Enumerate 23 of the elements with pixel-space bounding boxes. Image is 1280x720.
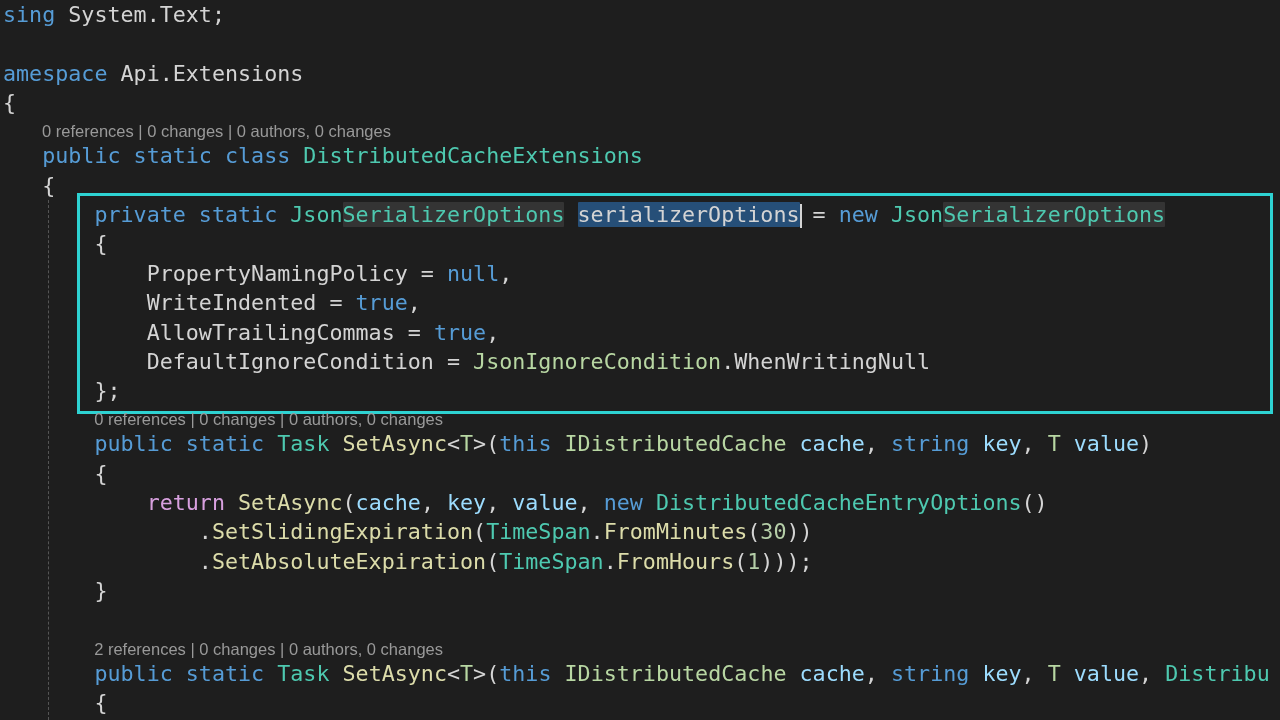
code-lens[interactable]: 0 references | 0 changes | 0 authors, 0 changes [94, 409, 443, 430]
code-line: { [93, 460, 108, 486]
code-line: } [93, 578, 108, 604]
code-line: amespace Api.Extensions [3, 60, 304, 86]
code-line: public static Task SetAsync<T>(this IDistributedCache cache, string key, T value) [93, 431, 1153, 457]
code-lens[interactable]: 0 references | 0 changes | 0 authors, 0 changes [42, 121, 391, 142]
code-line: public static Task SetAsync<T>(this IDistributedCache cache, string key, T value, Distribu [93, 660, 1270, 686]
code-line: sing System.Text; [3, 2, 225, 27]
code-line: PropertyNamingPolicy = null, [145, 260, 513, 286]
code-line: { [93, 231, 108, 257]
code-line: .SetAbsoluteExpiration(TimeSpan.FromHours(1))); [197, 548, 813, 574]
code-lens[interactable]: 2 references | 0 changes | 0 authors, 0 changes [94, 638, 443, 659]
code-line: .SetSlidingExpiration(TimeSpan.FromMinutes(30)) [197, 519, 813, 545]
code-line: { [3, 90, 17, 116]
code-line: return SetAsync(cache, key, value, new DistributedCacheEntryOptions() [145, 490, 1048, 516]
code-line: }; [93, 378, 121, 404]
code-line: public static class DistributedCacheExtensions [41, 143, 643, 169]
code-line: DefaultIgnoreCondition = JsonIgnoreCondition.WhenWritingNull [145, 348, 931, 374]
code-line: AllowTrailingCommas = true, [145, 319, 500, 345]
code-line: { [41, 172, 56, 198]
code-line: WriteIndented = true, [145, 290, 421, 316]
code-line: { [93, 690, 108, 715]
code-line: private static JsonSerializerOptions serializerOptions = new JsonSerializerOptions [93, 201, 1166, 227]
